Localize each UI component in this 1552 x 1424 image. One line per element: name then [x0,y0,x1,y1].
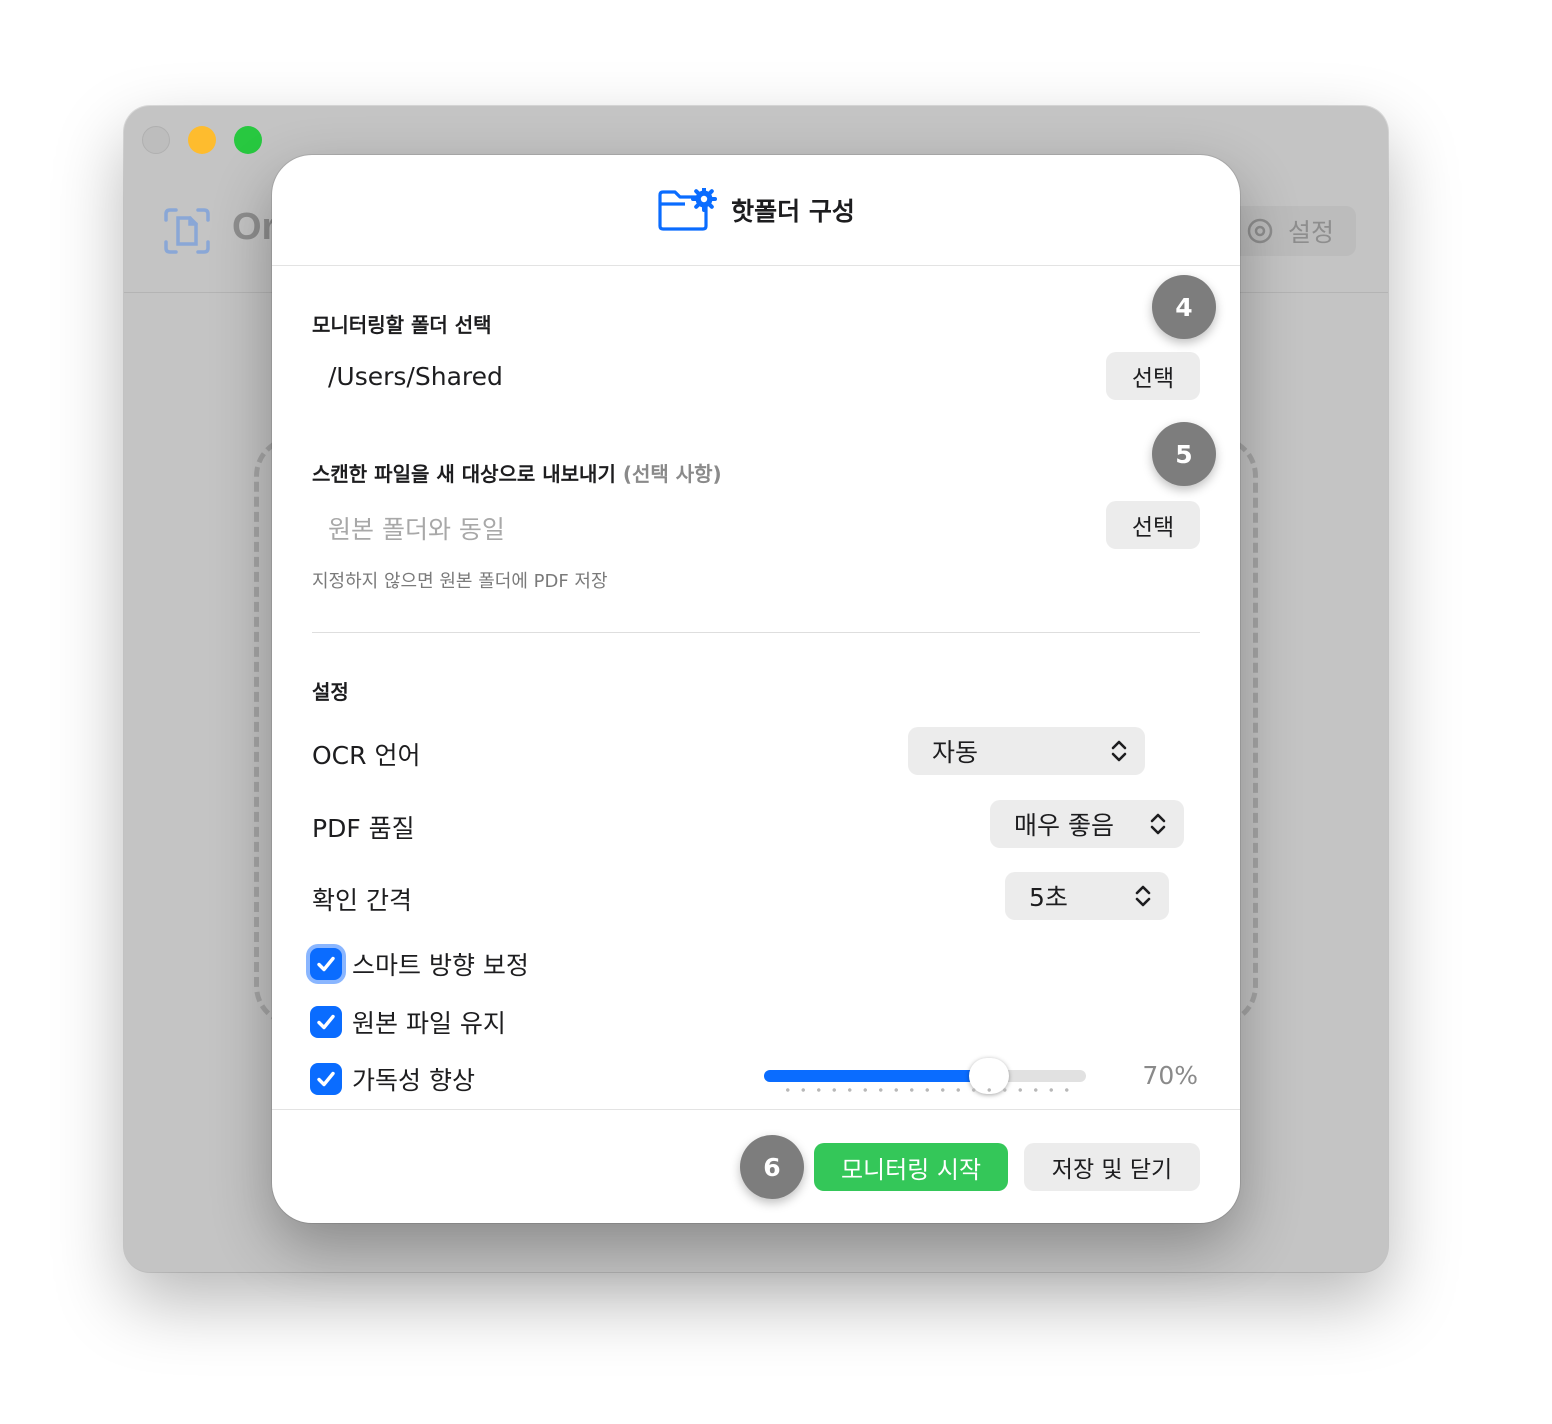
readability-row[interactable]: 가독성 향상 [310,1061,475,1097]
hot-folder-dialog: 핫폴더 구성 모니터링할 폴더 선택 /Users/Shared 선택 4 스캔… [272,155,1240,1223]
export-destination-label: 스캔한 파일을 새 대상으로 내보내기 (선택 사항) [312,458,722,487]
check-interval-select[interactable]: 5초 [1005,872,1169,920]
window-minimize-button[interactable] [188,126,216,154]
settings-button[interactable]: 설정 [1230,206,1356,256]
export-destination-placeholder: 원본 폴더와 동일 [328,515,505,544]
settings-label: 설정 [1287,218,1334,247]
monitor-folder-path: /Users/Shared [328,362,503,391]
pdf-quality-value: 매우 좋음 [1014,811,1114,840]
smart-orientation-label: 스마트 방향 보정 [352,951,529,980]
smart-orientation-row[interactable]: 스마트 방향 보정 [310,946,529,982]
keep-original-row[interactable]: 원본 파일 유지 [310,1004,506,1040]
ocr-language-value: 자동 [932,738,979,767]
readability-slider[interactable] [764,1058,1086,1094]
export-helper-text: 지정하지 않으면 원본 폴더에 PDF 저장 [312,571,608,592]
chevron-updown-icon [1111,740,1127,762]
export-destination-label-text: 스캔한 파일을 새 대상으로 내보내기 [312,462,616,486]
window-zoom-button[interactable] [234,126,262,154]
chevron-updown-icon [1135,885,1151,907]
keep-original-label: 원본 파일 유지 [352,1009,506,1038]
start-monitoring-button[interactable]: 모니터링 시작 [814,1143,1008,1191]
save-and-close-button[interactable]: 저장 및 닫기 [1024,1143,1200,1191]
section-divider [312,632,1200,633]
check-interval-value: 5초 [1029,883,1068,912]
dialog-title: 핫폴더 구성 [731,197,855,226]
document-scan-icon [164,208,210,254]
choose-export-folder-button[interactable]: 선택 [1106,501,1200,549]
readability-slider-ticks [780,1088,1076,1092]
readability-checkbox[interactable] [310,1063,342,1095]
dialog-header: 핫폴더 구성 [272,155,1240,266]
step-badge-5: 5 [1152,422,1216,486]
optional-tag: (선택 사항) [622,462,722,486]
pdf-quality-label: PDF 품질 [312,814,415,843]
readability-slider-fill [764,1070,990,1082]
ocr-language-label: OCR 언어 [312,741,421,770]
keep-original-checkbox[interactable] [310,1006,342,1038]
checkmark-icon [317,1014,335,1030]
monitor-folder-label: 모니터링할 폴더 선택 [312,313,492,337]
checkmark-icon [317,1071,335,1087]
readability-value: 70% [1142,1061,1198,1090]
folder-gear-icon [658,188,718,231]
step-badge-6: 6 [740,1135,804,1199]
window-close-button[interactable] [142,126,170,154]
app-title: Or [232,206,277,248]
footer-divider [272,1109,1240,1110]
step-badge-4: 4 [1152,275,1216,339]
gear-icon [1247,218,1273,244]
chevron-updown-icon [1150,813,1166,835]
pdf-quality-select[interactable]: 매우 좋음 [990,800,1184,848]
readability-label: 가독성 향상 [352,1066,475,1095]
check-interval-label: 확인 간격 [312,886,412,915]
smart-orientation-checkbox[interactable] [310,948,342,980]
checkmark-icon [317,956,335,972]
ocr-language-select[interactable]: 자동 [908,727,1145,775]
settings-section-label: 설정 [312,680,349,704]
choose-monitor-folder-button[interactable]: 선택 [1106,352,1200,400]
